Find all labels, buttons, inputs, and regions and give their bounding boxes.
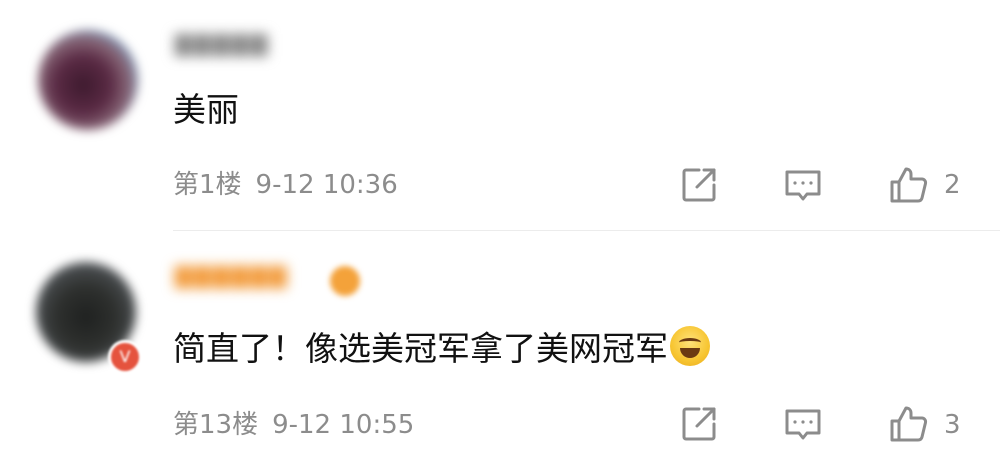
like-button[interactable] <box>886 402 930 446</box>
comment-text: 美丽 <box>173 90 239 129</box>
share-button[interactable] <box>677 163 721 207</box>
like-count: 2 <box>944 170 961 200</box>
share-button[interactable] <box>677 402 721 446</box>
like-icon <box>890 406 928 442</box>
reply-button[interactable] <box>781 402 825 446</box>
timestamp: 9-12 10:36 <box>255 170 398 200</box>
laughing-emoji-icon <box>670 326 710 366</box>
comment-text: 简直了！像选美冠军拿了美网冠军 <box>173 326 710 371</box>
like-icon <box>890 167 928 203</box>
username[interactable]: ▇▇▇▇▇ <box>175 32 270 58</box>
share-icon <box>682 407 716 441</box>
avatar[interactable] <box>38 30 138 130</box>
floor-number: 第1楼 <box>173 170 242 200</box>
like-count: 3 <box>944 410 961 440</box>
verified-badge: V <box>108 340 142 374</box>
comment-meta: 第1楼 9-12 10:36 <box>173 168 398 202</box>
comment-icon <box>785 170 821 201</box>
share-icon <box>682 168 716 202</box>
comment-meta: 第13楼 9-12 10:55 <box>173 408 414 442</box>
comment-item: V ▇▇▇▇▇▇ 简直了！像选美冠军拿了美网冠军 第13楼 9-12 10:55 … <box>0 232 1000 460</box>
comment-text-body: 简直了！像选美冠军拿了美网冠军 <box>173 329 668 368</box>
like-button[interactable] <box>886 163 930 207</box>
username[interactable]: ▇▇▇▇▇▇ <box>175 264 289 290</box>
floor-number: 第13楼 <box>173 410 259 440</box>
timestamp: 9-12 10:55 <box>272 410 415 440</box>
reply-button[interactable] <box>781 163 825 207</box>
comment-icon <box>785 409 821 440</box>
member-badge-icon <box>330 266 360 296</box>
comment-item: ▇▇▇▇▇ 美丽 第1楼 9-12 10:36 2 <box>0 0 1000 232</box>
divider <box>173 230 1000 231</box>
